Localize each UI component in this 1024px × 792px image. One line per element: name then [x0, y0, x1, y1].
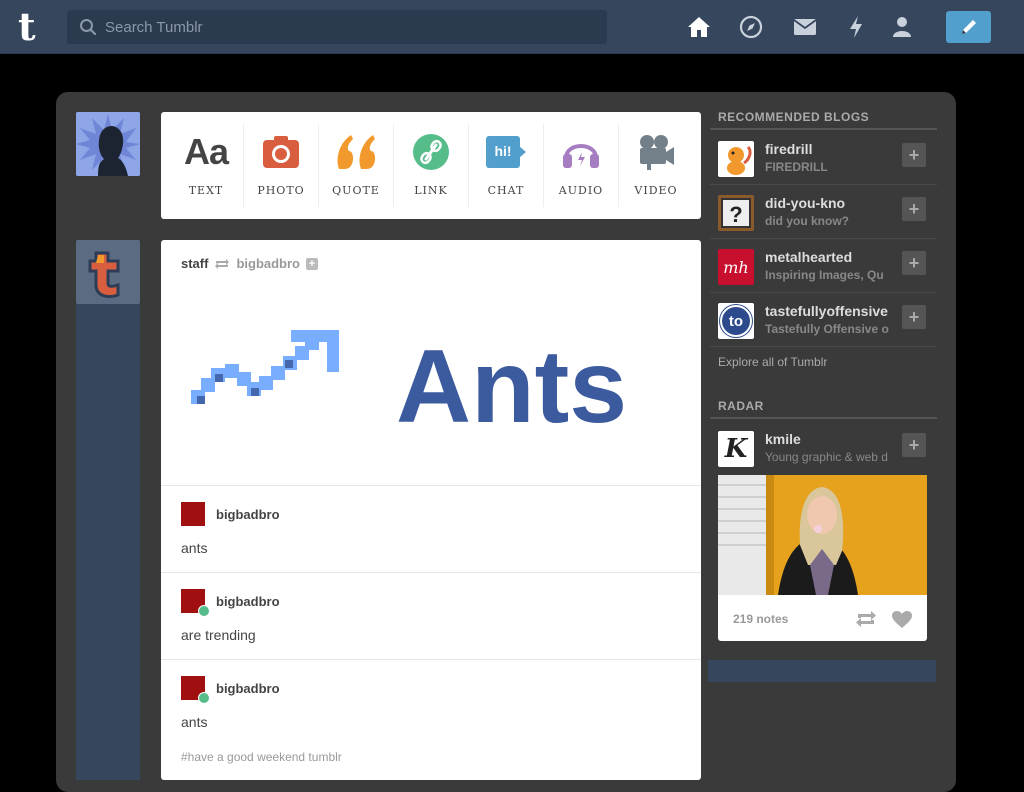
post-type-video-button[interactable]: VIDEO — [619, 124, 693, 207]
blog-name[interactable]: tastefullyoffensive — [765, 303, 905, 319]
thread-author-name[interactable]: bigbadbro — [216, 507, 280, 522]
post-type-label: VIDEO — [634, 184, 678, 197]
post-type-photo-button[interactable]: PHOTO — [244, 124, 319, 207]
blog-name[interactable]: metalhearted — [765, 249, 905, 265]
headphones-icon — [562, 130, 600, 174]
radar-blog-item[interactable]: K kmile Young graphic & web d + — [710, 421, 937, 475]
divider — [710, 128, 937, 130]
explore-all-link[interactable]: Explore all of Tumblr — [718, 355, 827, 369]
blog-avatar[interactable]: K — [718, 431, 754, 467]
thread-text: ants — [181, 714, 208, 730]
post-type-chat-button[interactable]: hi! CHAT — [469, 124, 544, 207]
thread-avatar[interactable] — [181, 676, 210, 704]
radar-photo[interactable] — [718, 475, 927, 595]
search-input[interactable] — [105, 10, 595, 44]
link-icon — [412, 130, 450, 174]
like-heart-icon[interactable] — [891, 610, 913, 629]
blog-name[interactable]: firedrill — [765, 141, 905, 157]
post-type-text-button[interactable]: Aa TEXT — [169, 124, 244, 207]
reblogged-from-link[interactable]: bigbadbro — [236, 256, 300, 271]
divider — [710, 417, 937, 419]
post-avatar-column — [76, 240, 140, 780]
recommended-blog-item[interactable]: firedrill FIREDRILL + — [710, 131, 937, 185]
tumblr-logo[interactable]: t — [18, 8, 48, 46]
post-type-label: QUOTE — [332, 184, 380, 197]
notes-count[interactable]: 219 notes — [733, 612, 788, 626]
chat-icon: hi! — [486, 130, 526, 174]
sidebar-footer-bar — [708, 660, 936, 682]
recommended-blogs-title: RECOMMENDED BLOGS — [718, 110, 870, 124]
post-author-link[interactable]: staff — [181, 256, 208, 271]
top-navigation-bar: t — [0, 0, 1024, 54]
thread-avatar[interactable] — [181, 589, 210, 617]
reblog-badge-icon — [198, 605, 210, 617]
follow-blog-button[interactable]: + — [902, 305, 926, 329]
post-type-link-button[interactable]: LINK — [394, 124, 469, 207]
post-type-label: PHOTO — [257, 184, 305, 197]
activity-icon[interactable] — [843, 14, 869, 40]
post-image[interactable]: Ants — [181, 330, 681, 440]
post-type-label: TEXT — [188, 184, 224, 197]
blog-name[interactable]: did-you-kno — [765, 195, 905, 211]
search-box[interactable] — [67, 10, 607, 44]
thread-entry: bigbadbro ants — [161, 485, 701, 572]
blog-avatar[interactable]: to — [718, 303, 754, 339]
recommended-blog-item[interactable]: to tastefullyoffensive Tastefully Offens… — [710, 293, 937, 347]
pencil-icon — [961, 20, 976, 34]
post-type-label: LINK — [414, 184, 448, 197]
reblog-badge-icon — [198, 692, 210, 704]
blog-description: Young graphic & web d — [765, 450, 888, 464]
post-type-label: AUDIO — [558, 184, 604, 197]
thread-entry: bigbadbro are trending — [161, 572, 701, 659]
thread-text: ants — [181, 540, 208, 556]
follow-blog-button[interactable]: + — [902, 197, 926, 221]
camera-icon — [262, 130, 300, 174]
search-icon — [80, 19, 97, 36]
blog-description: Tastefully Offensive o — [765, 322, 889, 336]
post-image-text: Ants — [396, 330, 627, 440]
post-header: staff bigbadbro + — [181, 256, 318, 271]
dashboard-post: staff bigbadbro + Ants bigbadbro ants bi… — [161, 240, 701, 780]
home-icon[interactable] — [686, 14, 712, 40]
post-tags[interactable]: #have a good weekend tumblr — [181, 750, 342, 764]
post-type-label: CHAT — [487, 184, 525, 197]
follow-blog-button[interactable]: + — [902, 251, 926, 275]
reblog-icon — [215, 258, 230, 269]
my-avatar[interactable] — [76, 112, 140, 176]
follow-blog-button[interactable]: + — [902, 433, 926, 457]
staff-avatar[interactable] — [76, 240, 140, 304]
video-camera-icon — [637, 130, 675, 174]
quote-icon — [335, 130, 377, 174]
blog-avatar[interactable] — [718, 141, 754, 177]
post-type-selector: Aa TEXT PHOTO QUOTE LINK hi! CHAT AUDIO … — [161, 112, 701, 219]
blog-avatar[interactable]: ? — [718, 195, 754, 231]
follow-plus-icon[interactable]: + — [306, 257, 318, 270]
reblog-icon[interactable] — [855, 610, 877, 628]
blog-description: Inspiring Images, Qu — [765, 268, 884, 282]
blog-description: FIREDRILL — [765, 160, 828, 174]
account-icon[interactable] — [889, 14, 915, 40]
thread-avatar[interactable] — [181, 502, 205, 526]
blog-description: did you know? — [765, 214, 849, 228]
radar-title: RADAR — [718, 399, 764, 413]
thread-author-name[interactable]: bigbadbro — [216, 594, 280, 609]
explore-icon[interactable] — [738, 14, 764, 40]
thread-text: are trending — [181, 627, 256, 643]
compose-button[interactable] — [946, 11, 991, 43]
recommended-blog-item[interactable]: ? did-you-kno did you know? + — [710, 185, 937, 239]
post-type-audio-button[interactable]: AUDIO — [544, 124, 619, 207]
radar-post-card[interactable]: 219 notes — [718, 475, 927, 641]
text-icon: Aa — [183, 131, 229, 172]
follow-blog-button[interactable]: + — [902, 143, 926, 167]
svg-text:?: ? — [729, 202, 742, 227]
inbox-icon[interactable] — [792, 14, 818, 40]
blog-name[interactable]: kmile — [765, 431, 905, 447]
thread-author-name[interactable]: bigbadbro — [216, 681, 280, 696]
blog-avatar[interactable]: mh — [718, 249, 754, 285]
post-type-quote-button[interactable]: QUOTE — [319, 124, 394, 207]
recommended-blog-item[interactable]: mh metalhearted Inspiring Images, Qu + — [710, 239, 937, 293]
